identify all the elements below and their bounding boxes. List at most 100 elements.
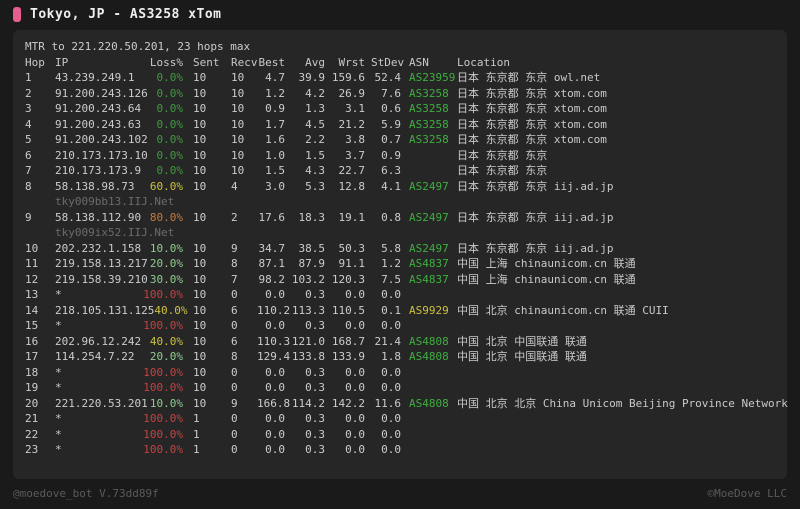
hop-avg: 0.3 — [305, 319, 325, 332]
col-header-location: Location — [457, 55, 510, 69]
hop-stdev: 0.0 — [381, 365, 401, 379]
hop-sent: 10 — [193, 272, 207, 286]
hop-stdev: 0.7 — [381, 133, 401, 146]
hop-location: 日本 东京都 东京 xtom.com — [457, 133, 607, 146]
hop-wrst: 26.9 — [338, 86, 366, 100]
hop-avg: 39.9 — [298, 71, 326, 84]
hop-best: 1.6 — [265, 133, 285, 146]
hop-location: 日本 东京都 东京 iij.ad.jp — [457, 210, 614, 224]
hop-best: 0.0 — [265, 381, 285, 394]
hop-recv: 0 — [231, 381, 238, 394]
hop-recv: 0 — [231, 319, 238, 332]
hop-recv: 0 — [231, 427, 238, 441]
hop-recv: 9 — [231, 241, 238, 255]
hop-asn: AS3258 — [409, 117, 449, 131]
hop-hostname: tky009bb13.IIJ.Net — [55, 195, 175, 208]
hop-asn: AS9929 — [409, 303, 449, 317]
hop-avg: 0.3 — [305, 288, 325, 301]
hop-location — [455, 411, 779, 427]
hop-recv: 0 — [231, 443, 238, 456]
hop-wrst: 3.8 — [345, 133, 365, 146]
mtr-rows: 1 43.239.249.1 0.0% 10 10 4.7 39.9 159.6 … — [13, 70, 788, 458]
hop-sent: 10 — [193, 303, 207, 317]
hop-recv: 0 — [231, 288, 238, 301]
hop-ip: 210.173.173.10 — [55, 148, 148, 162]
hop-stdev: 52.4 — [374, 71, 402, 84]
hop-asn — [407, 163, 455, 179]
hop-recv: 4 — [231, 179, 238, 193]
hop-recv: 10 — [231, 86, 245, 100]
hop-ip: * — [55, 412, 62, 425]
hop-location — [455, 442, 779, 458]
hop-location — [455, 365, 779, 381]
table-row: 5 91.200.243.102 0.0% 10 10 1.6 2.2 3.8 0… — [13, 132, 787, 148]
hop-asn: AS4837 — [409, 272, 449, 286]
footer: @moedove_bot V.73dd89f ©MoeDove LLC — [0, 487, 800, 500]
hop-recv: 10 — [231, 148, 245, 162]
col-header-sent: Sent — [193, 55, 220, 69]
hop-wrst: 168.7 — [331, 334, 365, 348]
hostname-row: tky009ix52.IIJ.Net — [13, 225, 787, 241]
hop-number: 9 — [25, 210, 32, 224]
hop-best: 17.6 — [258, 210, 286, 224]
hop-location: 日本 东京都 东京 — [457, 164, 548, 177]
table-row: 14 218.105.131.125 40.0% 10 6 110.2 113.3… — [13, 303, 787, 319]
hop-stdev: 5.8 — [381, 241, 401, 255]
hop-sent: 10 — [193, 334, 207, 348]
hop-avg: 4.5 — [305, 117, 325, 131]
hop-best: 87.1 — [258, 257, 286, 270]
col-header-hop: Hop — [25, 55, 45, 69]
hop-recv: 10 — [231, 102, 245, 115]
hop-loss: 100.0% — [143, 427, 183, 441]
hop-loss: 30.0% — [149, 272, 183, 286]
hop-stdev: 0.8 — [381, 210, 401, 224]
hop-sent: 1 — [193, 412, 200, 425]
hop-asn — [407, 380, 455, 396]
col-header-avg: Avg — [305, 55, 325, 69]
hop-loss: 60.0% — [149, 179, 183, 193]
hop-best: 129.4 — [257, 350, 291, 363]
hop-location: 中国 北京 中国联通 联通 — [457, 334, 587, 348]
hop-number: 19 — [25, 381, 39, 394]
hop-avg: 38.5 — [298, 241, 326, 255]
hop-stdev: 21.4 — [374, 334, 402, 348]
hop-recv: 10 — [231, 71, 245, 84]
hop-location: 中国 北京 chinaunicom.cn 联通 CUII — [457, 303, 669, 317]
copyright: ©MoeDove LLC — [707, 487, 787, 500]
hop-avg: 0.3 — [305, 365, 325, 379]
hop-asn — [407, 148, 455, 164]
hop-best: 98.2 — [258, 272, 286, 286]
hop-ip: * — [55, 365, 62, 379]
hop-recv: 7 — [231, 272, 238, 286]
hop-loss: 0.0% — [156, 86, 184, 100]
hop-location: 日本 东京都 东京 iij.ad.jp — [457, 179, 614, 193]
hop-avg: 0.3 — [305, 381, 325, 394]
hop-avg: 103.2 — [291, 272, 325, 286]
hop-ip: 91.200.243.64 — [55, 102, 142, 115]
hop-asn — [407, 442, 455, 458]
hop-location: 日本 东京都 东京 — [457, 148, 548, 162]
hop-best: 34.7 — [258, 241, 286, 255]
hop-wrst: 21.2 — [338, 117, 366, 131]
hop-avg: 87.9 — [298, 257, 326, 270]
table-row: 4 91.200.243.63 0.0% 10 10 1.7 4.5 21.2 5… — [13, 117, 787, 133]
hop-stdev: 0.0 — [381, 381, 401, 394]
hop-number: 20 — [25, 396, 39, 410]
hop-ip: 114.254.7.22 — [55, 350, 135, 363]
hop-stdev: 11.6 — [374, 396, 402, 410]
hop-ip: 219.158.13.217 — [55, 257, 148, 270]
mtr-summary: MTR to 221.220.50.201, 23 hops max — [25, 40, 251, 53]
table-row: 21 * 100.0% 1 0 0.0 0.3 0.0 0.0 — [13, 411, 787, 427]
hop-sent: 10 — [193, 257, 207, 270]
hop-wrst: 12.8 — [338, 179, 366, 193]
table-row: 23 * 100.0% 1 0 0.0 0.3 0.0 0.0 — [13, 442, 787, 458]
hop-ip: 91.200.243.102 — [55, 133, 148, 146]
hop-sent: 10 — [193, 396, 207, 410]
hop-avg: 18.3 — [298, 210, 326, 224]
hop-number: 23 — [25, 443, 39, 456]
hop-wrst: 110.5 — [331, 303, 365, 317]
hop-recv: 9 — [231, 396, 238, 410]
col-header-asn: ASN — [409, 55, 429, 69]
hop-ip: * — [55, 381, 62, 394]
hop-asn: AS3258 — [409, 86, 449, 100]
